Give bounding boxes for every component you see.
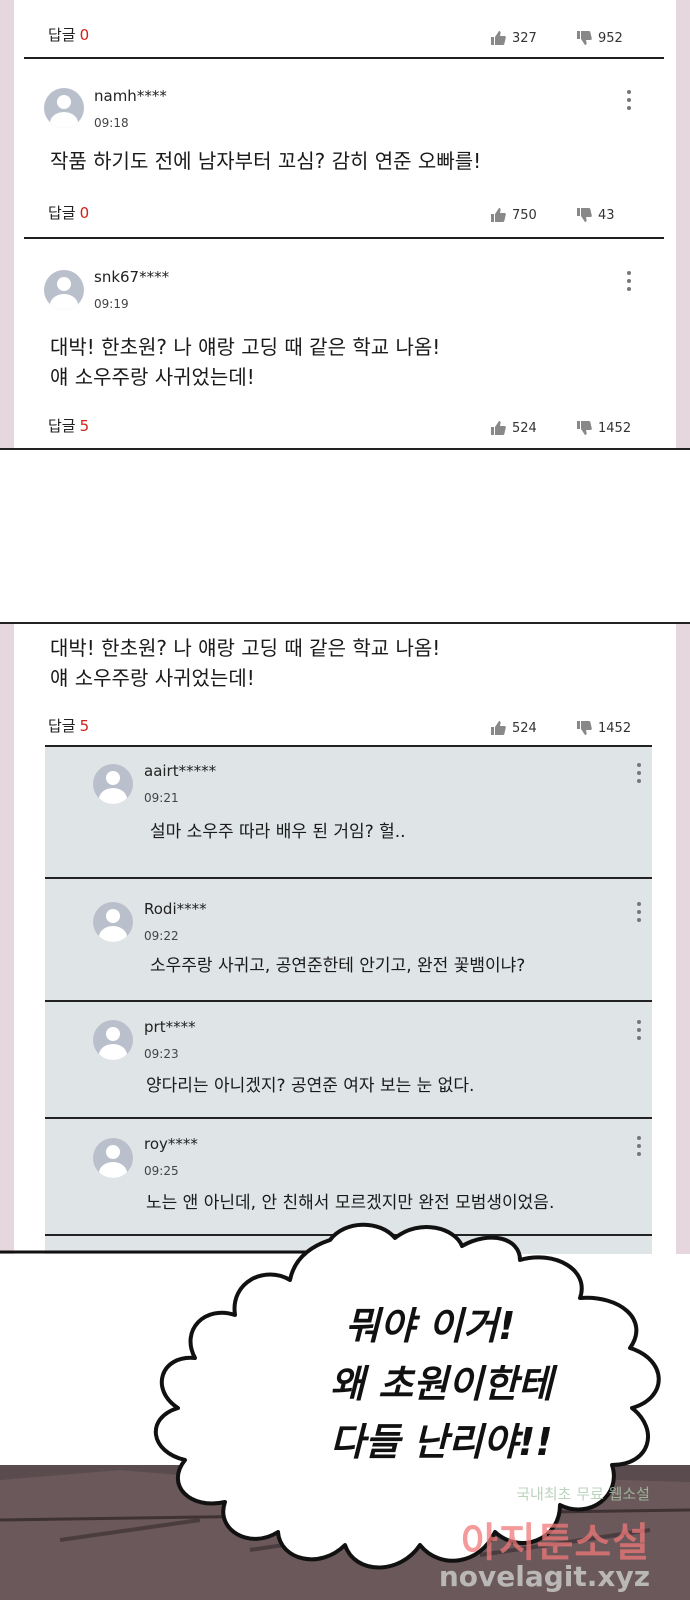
more-options-icon[interactable] — [637, 1136, 641, 1160]
more-options-icon[interactable] — [627, 271, 631, 295]
dislike-button[interactable]: 1452 — [576, 420, 631, 436]
dislike-button[interactable]: 952 — [576, 30, 623, 46]
comment-time: 09:19 — [94, 297, 129, 311]
comment-text: 얘 소우주랑 사귀었는데! — [50, 666, 255, 690]
dislike-button[interactable]: 43 — [576, 207, 615, 223]
reply-username: aairt***** — [144, 762, 217, 780]
reply-username: Rodi**** — [144, 900, 207, 918]
comment-username: namh**** — [94, 87, 167, 105]
comment-divider — [24, 237, 664, 239]
thumbs-up-icon — [491, 721, 506, 735]
thumbs-up-icon — [491, 31, 506, 45]
reply-time: 09:21 — [144, 791, 179, 805]
avatar — [93, 1138, 133, 1178]
watermark-url: novelagit.xyz — [438, 1560, 650, 1593]
comment-time: 09:18 — [94, 116, 129, 130]
reply-divider — [45, 1117, 652, 1119]
avatar — [93, 902, 133, 942]
reply-count-link[interactable]: 답글 0 — [48, 202, 89, 223]
more-options-icon[interactable] — [637, 763, 641, 787]
like-button[interactable]: 524 — [490, 720, 537, 736]
speech-line-1: 뭐야 이거! — [345, 1304, 516, 1348]
comment-panel-1: 답글 0 327 952 namh**** 09:18 작품 하기도 전에 남자부… — [0, 0, 690, 448]
comment-text: 대박! 한초원? 나 얘랑 고딩 때 같은 학교 나옴! — [50, 636, 441, 660]
thumbs-down-icon — [577, 208, 592, 222]
more-options-icon[interactable] — [637, 1020, 641, 1044]
reply-time: 09:23 — [144, 1047, 179, 1061]
avatar — [44, 88, 84, 128]
dislike-button[interactable]: 1452 — [576, 720, 631, 736]
thumbs-up-icon — [491, 208, 506, 222]
reply-time: 09:22 — [144, 929, 179, 943]
comment-divider — [24, 57, 664, 59]
reply-text: 소우주랑 사귀고, 공연준한테 안기고, 완전 꽃뱀이냐? — [150, 956, 526, 976]
thumbs-down-icon — [577, 421, 592, 435]
more-options-icon[interactable] — [637, 902, 641, 926]
reply-text: 설마 소우주 따라 배우 된 거임? 헐.. — [150, 822, 406, 842]
panel-frame-left — [0, 0, 14, 448]
more-options-icon[interactable] — [627, 90, 631, 114]
like-button[interactable]: 524 — [490, 420, 537, 436]
reply-divider — [45, 877, 652, 879]
reply-count-link[interactable]: 답글 0 — [48, 24, 89, 45]
watermark-tagline: 국내최초 무료 웹소설 — [516, 1485, 650, 1503]
reply-count-link[interactable]: 답글 5 — [48, 715, 89, 736]
comment-text: 대박! 한초원? 나 얘랑 고딩 때 같은 학교 나옴! — [50, 335, 441, 359]
panel-frame-right — [676, 624, 690, 1274]
reply-divider — [45, 1000, 652, 1002]
comment-username: snk67**** — [94, 268, 170, 286]
avatar — [44, 270, 84, 310]
comment-panel-2: 대박! 한초원? 나 얘랑 고딩 때 같은 학교 나옴! 얘 소우주랑 사귀었는… — [0, 624, 690, 1274]
comment-text: 얘 소우주랑 사귀었는데! — [50, 365, 255, 389]
reply-text: 노는 앤 아닌데, 안 친해서 모르겠지만 완전 모범생이었음. — [146, 1193, 555, 1213]
reply-username: roy**** — [144, 1135, 198, 1153]
like-button[interactable]: 750 — [490, 207, 537, 223]
reply-count-link[interactable]: 답글 5 — [48, 415, 89, 436]
reply-username: prt**** — [144, 1018, 196, 1036]
reply-text: 양다리는 아니겠지? 공연준 여자 보는 눈 없다. — [146, 1076, 475, 1096]
like-button[interactable]: 327 — [490, 30, 537, 46]
comment-text: 작품 하기도 전에 남자부터 꼬심? 감히 연준 오빠를! — [50, 149, 482, 173]
speech-line-2: 왜 초원이한테 — [330, 1362, 553, 1406]
speech-line-3: 다들 난리야!! — [330, 1420, 553, 1464]
avatar — [93, 1020, 133, 1060]
reply-divider — [45, 745, 652, 747]
panel-bottom-edge — [0, 448, 690, 450]
avatar — [93, 764, 133, 804]
thumbs-down-icon — [577, 31, 592, 45]
thumbs-down-icon — [577, 721, 592, 735]
panel-frame-right — [676, 0, 690, 448]
thumbs-up-icon — [491, 421, 506, 435]
reply-time: 09:25 — [144, 1164, 179, 1178]
panel-frame-left — [0, 624, 14, 1274]
